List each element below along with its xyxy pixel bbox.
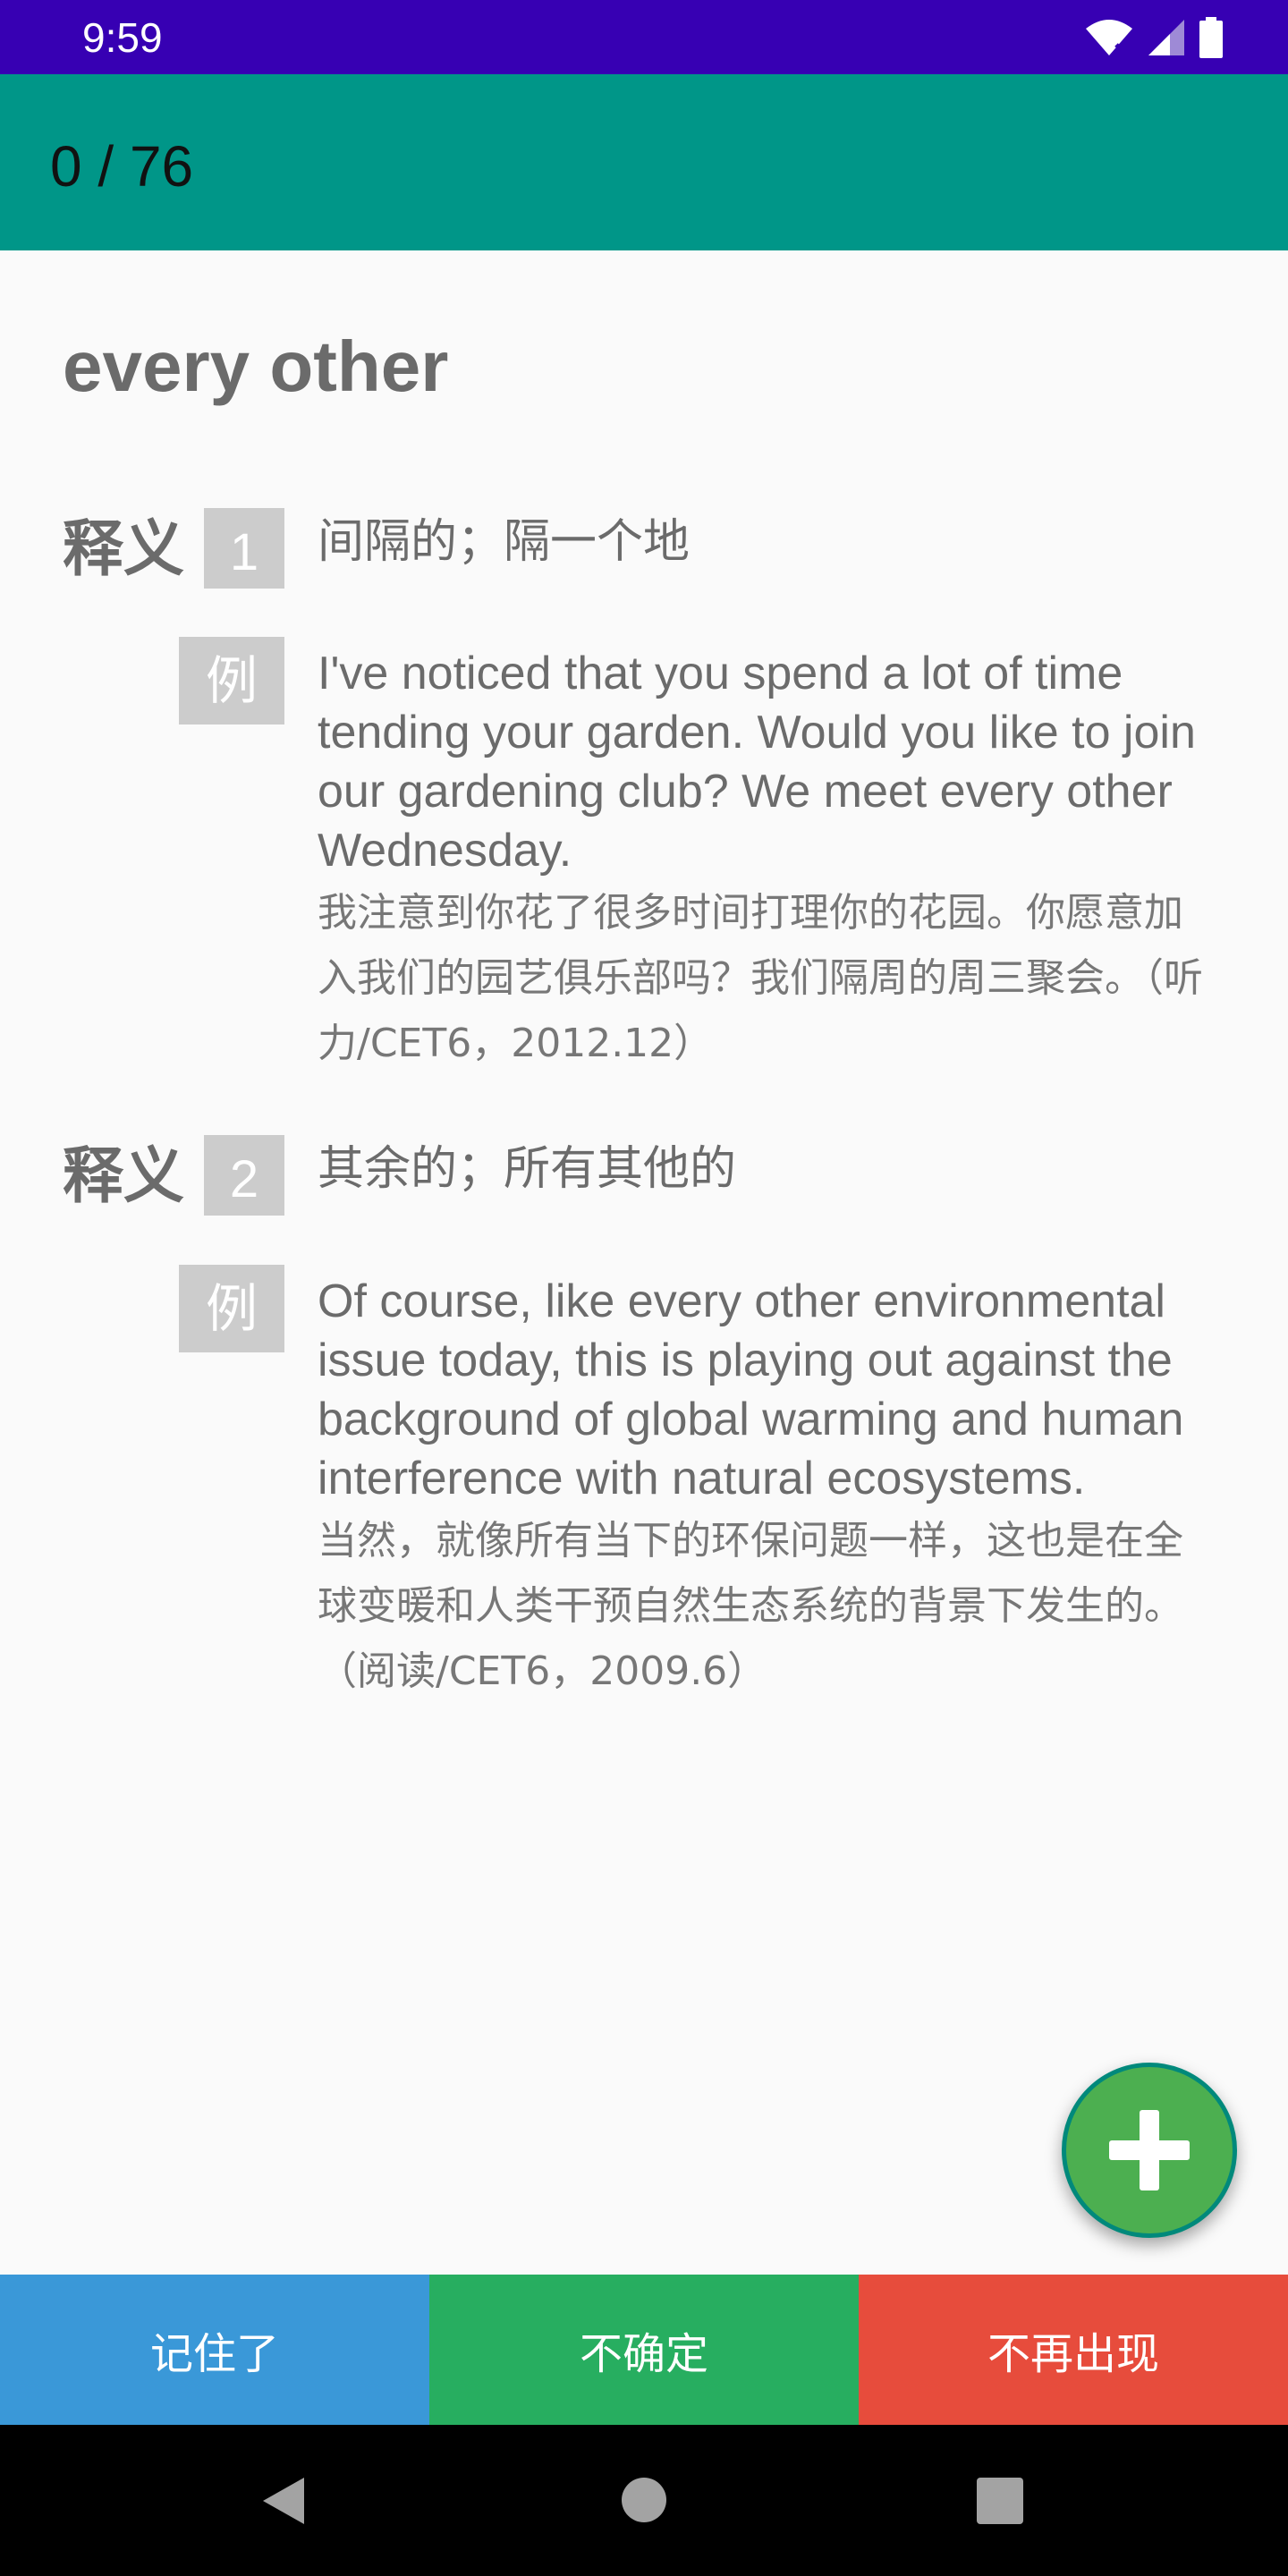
example-chinese: 当然，就像所有当下的环保问题一样，这也是在全球变暖和人类干预自然生态系统的背景下… <box>318 1518 1183 1694</box>
definition-number-badge: 1 <box>204 508 284 589</box>
home-icon[interactable] <box>622 2478 666 2522</box>
definition-label: 释义 <box>63 514 185 585</box>
remember-button[interactable]: 记住了 <box>0 2275 429 2425</box>
status-icons <box>1084 16 1224 59</box>
example-chinese: 我注意到你花了很多时间打理你的花园。你愿意加入我们的园艺俱乐部吗？我们隔周的周三… <box>318 890 1203 1066</box>
unsure-button[interactable]: 不确定 <box>429 2275 859 2425</box>
status-bar: 9:59 <box>0 0 1288 74</box>
recents-icon[interactable] <box>977 2478 1023 2524</box>
example-block: Of course, like every other environmenta… <box>318 1272 1221 1704</box>
definition-meaning: 间隔的；隔一个地 <box>318 515 691 569</box>
wifi-icon <box>1086 20 1132 55</box>
progress-counter: 0 / 76 <box>50 134 194 199</box>
example-english: I've noticed that you spend a lot of tim… <box>318 648 1196 877</box>
example-badge: 例 <box>179 1265 284 1352</box>
word-title: every other <box>63 326 449 406</box>
add-fab-button[interactable] <box>1062 2063 1237 2238</box>
action-button-row: 记住了 不确定 不再出现 <box>0 2275 1288 2425</box>
cellular-signal-icon <box>1148 20 1184 55</box>
back-icon[interactable] <box>259 2476 306 2526</box>
definition-number-badge: 2 <box>204 1135 284 1216</box>
example-block: I've noticed that you spend a lot of tim… <box>318 644 1221 1076</box>
battery-icon <box>1199 17 1223 58</box>
example-english: Of course, like every other environmenta… <box>318 1275 1184 1504</box>
status-time: 9:59 <box>82 14 163 61</box>
definition-label: 释义 <box>63 1141 185 1212</box>
definition-meaning: 其余的；所有其他的 <box>318 1142 737 1196</box>
never-show-button[interactable]: 不再出现 <box>859 2275 1288 2425</box>
example-badge: 例 <box>179 637 284 724</box>
